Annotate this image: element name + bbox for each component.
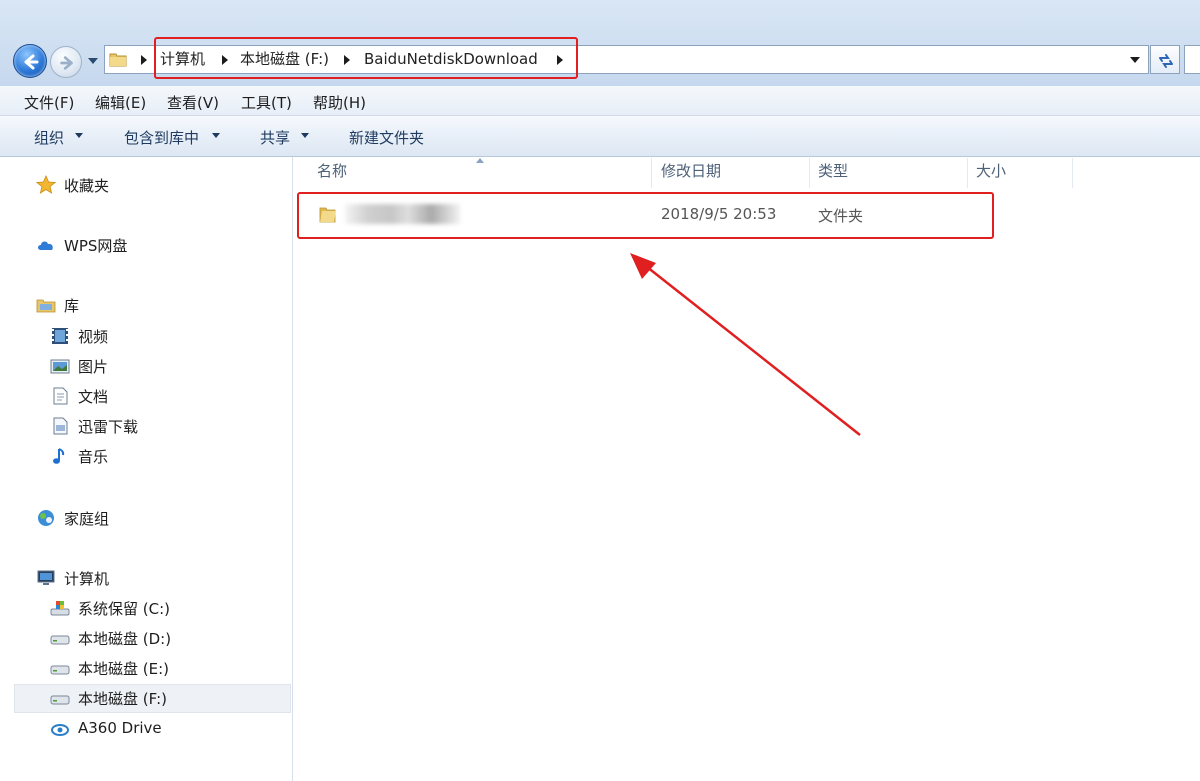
sort-ascending-icon	[476, 158, 484, 163]
column-divider[interactable]	[967, 158, 968, 188]
menu-bar: 文件(F) 编辑(E) 查看(V) 工具(T) 帮助(H)	[0, 86, 1200, 116]
forward-button[interactable]	[50, 46, 82, 78]
computer-icon	[37, 570, 55, 585]
address-history-dropdown-icon[interactable]	[1130, 57, 1140, 63]
star-icon	[36, 175, 56, 194]
menu-view[interactable]: 查看(V)	[167, 92, 219, 113]
picture-icon	[50, 359, 70, 374]
annotation-box-address	[154, 37, 578, 79]
homegroup-icon	[38, 510, 54, 526]
menu-file[interactable]: 文件(F)	[24, 92, 74, 113]
cloud-icon	[38, 241, 53, 250]
column-divider[interactable]	[809, 158, 810, 188]
sidebar-label: WPS网盘	[64, 237, 128, 255]
back-button[interactable]	[13, 44, 47, 78]
recent-pages-dropdown-icon[interactable]	[86, 55, 100, 67]
hard-drive-icon	[50, 635, 70, 645]
organize-dropdown-icon[interactable]	[75, 133, 83, 138]
column-header-type[interactable]: 类型	[818, 160, 848, 190]
sidebar-label: 家庭组	[64, 510, 110, 528]
a360-drive-icon	[51, 724, 69, 736]
column-header-name[interactable]: 名称	[317, 160, 347, 190]
back-arrow-icon	[24, 54, 39, 70]
search-input[interactable]	[1184, 45, 1200, 74]
forward-arrow-icon	[60, 56, 73, 70]
new-folder-button[interactable]: 新建文件夹	[349, 127, 424, 148]
breadcrumb-separator-icon[interactable]	[141, 55, 147, 65]
folder-icon	[109, 53, 127, 67]
menu-tools[interactable]: 工具(T)	[241, 92, 292, 113]
system-drive-icon	[50, 601, 70, 616]
hard-drive-icon	[50, 665, 70, 675]
sidebar-label: 库	[64, 297, 80, 315]
sidebar-label: 收藏夹	[64, 177, 110, 195]
sidebar-label: 本地磁盘 (F:)	[78, 690, 167, 708]
sidebar-label: 计算机	[64, 570, 110, 588]
sidebar-label: 图片	[78, 358, 109, 376]
share-button[interactable]: 共享	[260, 127, 290, 148]
refresh-button[interactable]	[1150, 45, 1180, 74]
sidebar-label: 文档	[78, 388, 109, 406]
sidebar-label: 本地磁盘 (E:)	[78, 660, 170, 678]
music-icon	[53, 448, 65, 464]
include-library-dropdown-icon[interactable]	[212, 133, 220, 138]
menu-help[interactable]: 帮助(H)	[313, 92, 366, 113]
document-icon	[53, 387, 68, 405]
sidebar-label: 本地磁盘 (D:)	[78, 630, 172, 648]
refresh-icon	[1159, 54, 1173, 68]
menu-edit[interactable]: 编辑(E)	[95, 92, 146, 113]
include-in-library-button[interactable]: 包含到库中	[124, 127, 199, 148]
organize-button[interactable]: 组织	[34, 127, 64, 148]
library-icon	[36, 299, 56, 313]
sidebar-label: A360 Drive	[78, 719, 162, 737]
sidebar-label: 视频	[78, 328, 109, 346]
sidebar-label: 音乐	[78, 448, 109, 466]
sidebar-label: 系统保留 (C:)	[78, 600, 170, 618]
command-bar: 组织 包含到库中 共享 新建文件夹	[0, 116, 1200, 157]
hard-drive-icon	[50, 695, 70, 705]
download-folder-icon	[53, 417, 68, 435]
column-header-modified[interactable]: 修改日期	[661, 160, 721, 190]
column-divider[interactable]	[1072, 158, 1073, 188]
column-header-size[interactable]: 大小	[976, 160, 1006, 190]
video-icon	[52, 328, 68, 344]
annotation-box-file-row	[297, 192, 994, 239]
sidebar-label: 迅雷下载	[78, 418, 139, 436]
column-divider[interactable]	[651, 158, 652, 188]
annotation-arrow-icon	[630, 253, 861, 436]
share-dropdown-icon[interactable]	[301, 133, 309, 138]
